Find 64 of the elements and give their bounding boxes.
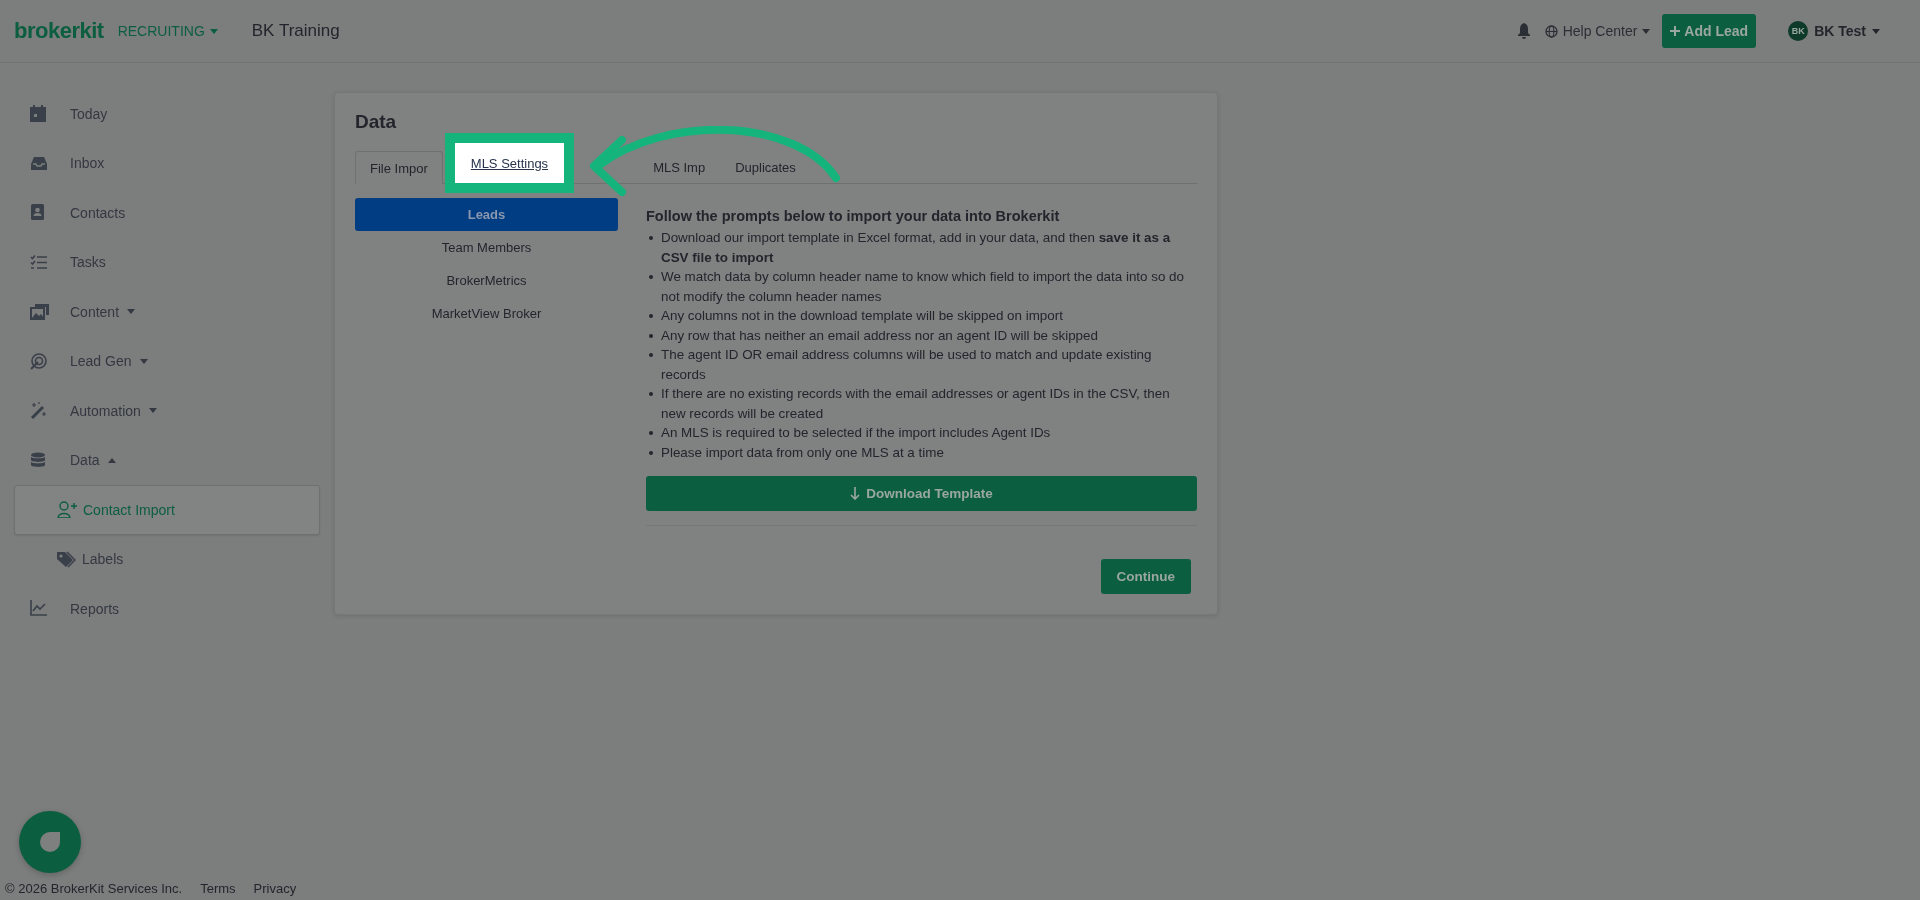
import-type-item[interactable]: MarketView Broker <box>355 297 618 330</box>
bullet-icon <box>649 392 653 396</box>
caret-icon <box>1642 28 1651 34</box>
images-icon <box>30 303 50 321</box>
bullet-icon <box>649 431 653 435</box>
bullet-icon <box>649 236 653 240</box>
globe-icon <box>1544 24 1558 38</box>
footer-link[interactable]: Privacy <box>253 881 297 896</box>
sidebar-item[interactable]: Automation <box>0 386 334 436</box>
plus-icon <box>1670 26 1681 36</box>
down-arrow-icon <box>850 487 861 500</box>
bullet-icon <box>649 333 653 338</box>
chat-bubble-icon <box>39 831 61 853</box>
instructions-heading: Follow the prompts below to import your data into Brokerkit <box>646 208 1061 224</box>
tags-icon <box>56 550 76 568</box>
download-template-button[interactable]: Download Template <box>646 476 1197 511</box>
bullet-icon <box>649 275 653 279</box>
sidebar-subitem[interactable]: Labels <box>14 534 320 584</box>
instruction-text: Any columns not in the download template will be skipped on import <box>661 307 1063 325</box>
caret-icon <box>1872 28 1880 34</box>
sidebar-item[interactable]: Tasks <box>0 237 334 287</box>
bullet-icon <box>649 450 653 455</box>
instruction-text: Download our import template in Excel format, add in your data, and then save it as a CSV file to import <box>661 229 1172 267</box>
import-type-item[interactable]: Leads <box>355 198 618 231</box>
user-menu[interactable]: BK BK Test <box>1788 21 1880 41</box>
import-type-item[interactable]: BrokerMetrics <box>355 264 618 297</box>
chat-launcher-button[interactable] <box>19 811 81 873</box>
instruction-text: We match data by column header name to know which field to import the data into so do not modify the column header names <box>661 268 1186 306</box>
tab[interactable]: File Impor <box>355 151 443 184</box>
instruction-text: The agent ID OR email address columns will be used to match and update existing records <box>661 346 1153 384</box>
sidebar-item[interactable]: Content <box>0 287 334 337</box>
sidebar-item[interactable]: Data <box>0 435 334 485</box>
instruction-text: If there are no existing records with the email addresses or agent IDs in the CSV, then new records will be created <box>661 385 1171 423</box>
help-center-menu[interactable]: Help Center <box>1544 23 1651 39</box>
line-chart-icon <box>30 600 50 618</box>
bullet-icon <box>649 314 653 318</box>
module-menu[interactable]: RECRUITING <box>117 23 218 39</box>
bullet-icon <box>649 353 653 357</box>
checklist-icon <box>30 253 50 271</box>
sidebar-item[interactable]: Inbox <box>0 138 334 188</box>
caret-icon <box>209 28 218 34</box>
sidebar-item[interactable]: Contacts <box>0 188 334 238</box>
tab[interactable]: MLS Imp <box>638 151 721 183</box>
footer-link[interactable]: Terms <box>200 881 236 896</box>
instruction-text: Please import data from only one MLS at a time <box>661 443 944 462</box>
sidebar-item[interactable]: Reports <box>0 584 334 634</box>
tab[interactable]: MLS Settings <box>444 133 575 193</box>
org-name: BK Training <box>251 21 340 41</box>
copyright-text: © 2026 BrokerKit Services Inc. <box>5 881 183 896</box>
inbox-tray-icon <box>30 154 50 172</box>
sidebar-item[interactable]: Today <box>0 89 334 139</box>
target-icon <box>30 352 50 370</box>
user-plus-icon <box>57 501 77 519</box>
tab[interactable]: Duplicates <box>720 151 811 183</box>
brokerkit-logo[interactable]: brokerkit <box>14 18 104 44</box>
sidebar-item[interactable]: Lead Gen <box>0 336 334 386</box>
instruction-text: An MLS is required to be selected if the import includes Agent IDs <box>661 424 1051 442</box>
add-lead-button[interactable]: Add Lead <box>1662 14 1757 48</box>
card-title: Data <box>355 111 398 133</box>
sidebar-subitem[interactable]: Contact Import <box>14 485 320 535</box>
instruction-text: Any row that has neither an email address nor an agent ID will be skipped <box>661 326 1098 345</box>
bell-icon[interactable] <box>1516 23 1531 39</box>
continue-button[interactable]: Continue <box>1100 559 1191 594</box>
import-type-item[interactable]: Team Members <box>355 231 618 264</box>
